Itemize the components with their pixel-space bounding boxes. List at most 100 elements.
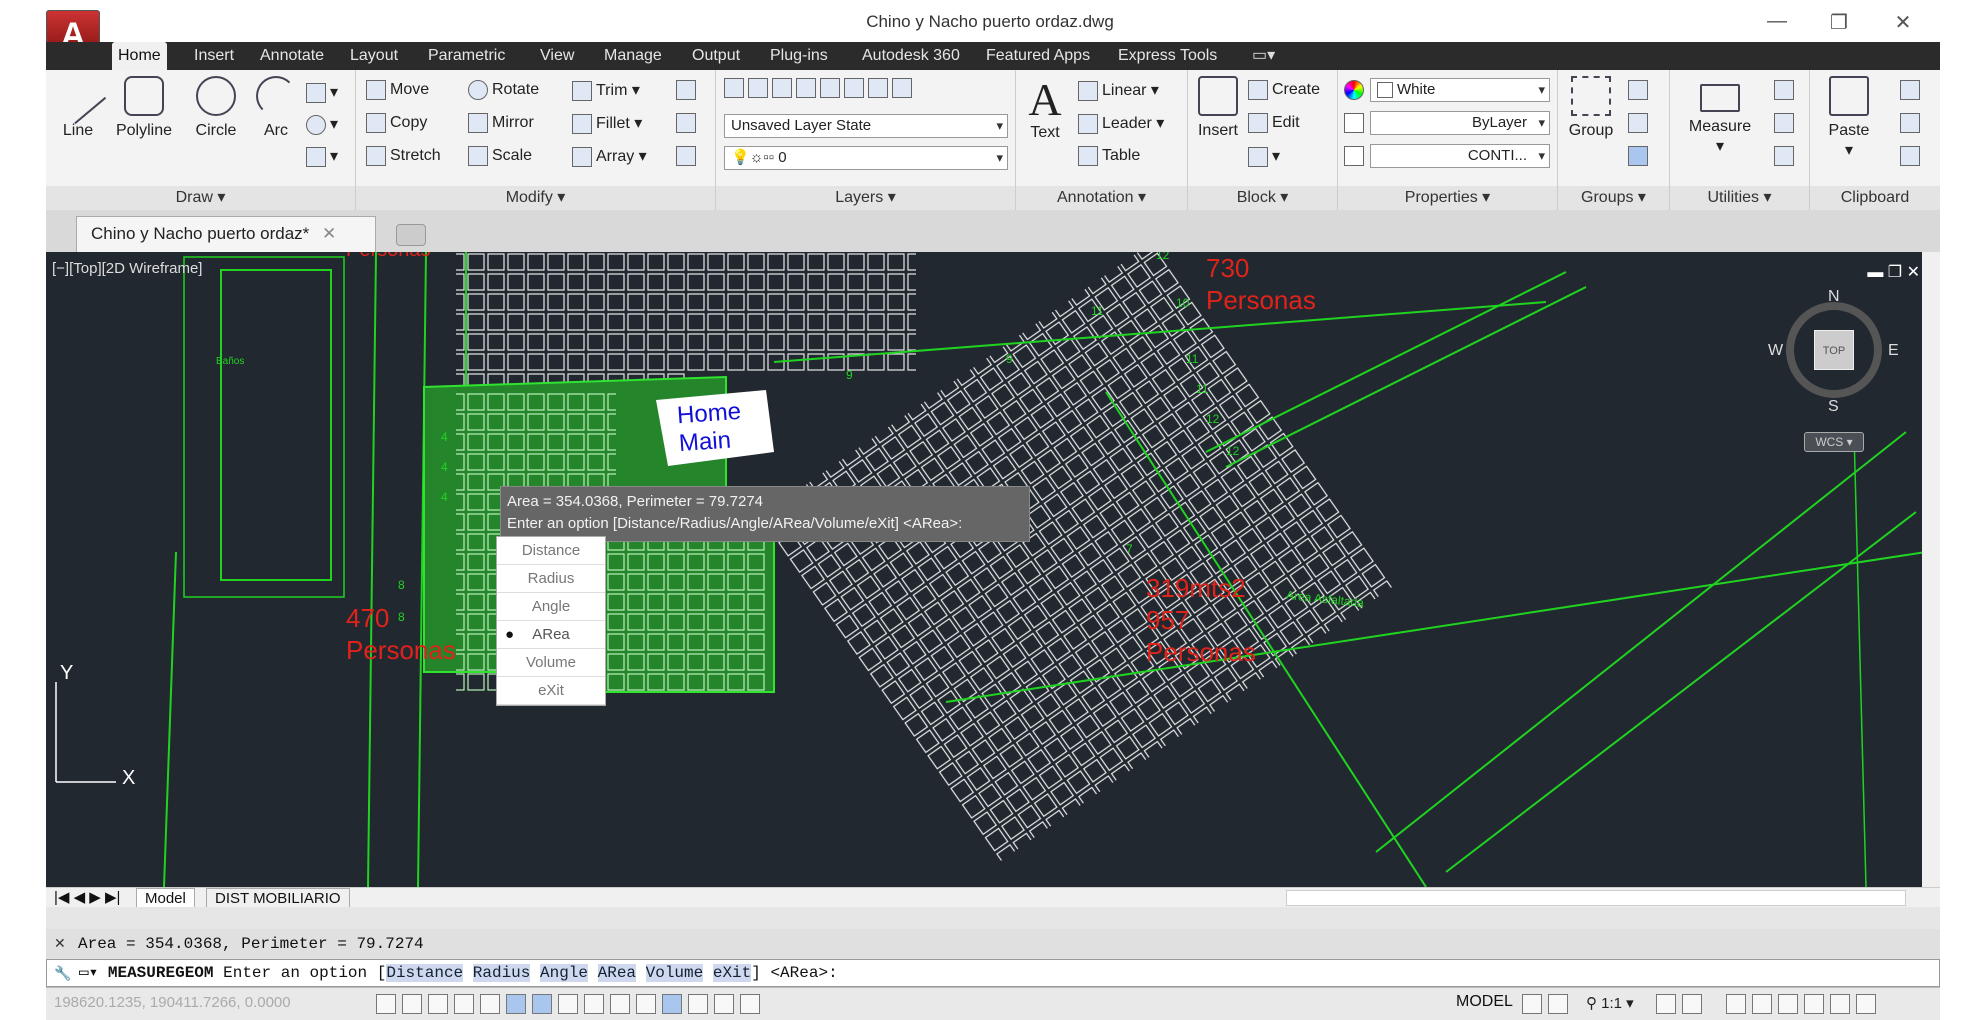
quick-select-icon[interactable] <box>1774 80 1798 100</box>
restore-button[interactable]: ❐ <box>1822 10 1856 36</box>
trim-button[interactable]: Trim ▾ <box>572 80 640 101</box>
compass-east[interactable]: E <box>1888 342 1899 360</box>
compass-south[interactable]: S <box>1828 398 1839 416</box>
workspace-switching-icon[interactable] <box>1726 994 1746 1014</box>
menu-item-radius[interactable]: Radius <box>497 565 605 593</box>
cut-icon[interactable] <box>1900 80 1924 100</box>
layer-properties-icons[interactable] <box>724 78 916 98</box>
scale-button[interactable]: Scale <box>468 146 532 166</box>
close-command-icon[interactable]: ✕ <box>54 935 66 952</box>
edit-block-button[interactable]: Edit <box>1248 113 1300 133</box>
erase-icon[interactable] <box>676 80 700 100</box>
tab-manage[interactable]: Manage <box>598 42 668 70</box>
lineweight-display-icon[interactable] <box>636 994 656 1014</box>
compass-west[interactable]: W <box>1768 342 1783 360</box>
tab-layout[interactable]: Layout <box>344 42 404 70</box>
tab-parametric[interactable]: Parametric <box>422 42 511 70</box>
menu-item-exit[interactable]: eXit <box>497 677 605 705</box>
compass-north[interactable]: N <box>1828 288 1840 306</box>
tab-plugins[interactable]: Plug-ins <box>764 42 834 70</box>
tab-home[interactable]: Home <box>112 42 167 70</box>
viewport-window-controls[interactable]: ▬ ❐ ✕ <box>1867 262 1920 282</box>
cmd-option-distance[interactable]: Distance <box>386 964 464 982</box>
color-select[interactable]: White <box>1370 78 1550 102</box>
customize-wrench-icon[interactable]: 🔧 <box>54 965 71 982</box>
tab-annotate[interactable]: Annotate <box>254 42 330 70</box>
lineweight-select[interactable]: CONTI... <box>1370 144 1550 168</box>
arc-button[interactable]: Arc <box>250 76 302 140</box>
tab-insert[interactable]: Insert <box>188 42 240 70</box>
measure-button[interactable]: Measure ▾ <box>1680 76 1760 156</box>
close-tab-icon[interactable]: ✕ <box>322 224 336 243</box>
menu-item-area[interactable]: ● ARea <box>497 621 605 649</box>
infer-constraints-icon[interactable] <box>376 994 396 1014</box>
grid-display-icon[interactable] <box>428 994 448 1014</box>
match-properties-icon[interactable] <box>1900 146 1924 166</box>
transparency-icon[interactable] <box>662 994 682 1014</box>
snap-mode-icon[interactable] <box>402 994 422 1014</box>
status-menu-icon[interactable] <box>1830 994 1850 1014</box>
cmd-option-radius[interactable]: Radius <box>472 964 531 982</box>
isolate-objects-icon[interactable] <box>1804 994 1824 1014</box>
object-snap-tracking-icon[interactable] <box>558 994 578 1014</box>
create-block-button[interactable]: Create <box>1248 80 1320 100</box>
rectangle-icon[interactable]: ▾ <box>306 82 338 103</box>
linetype-select[interactable]: ByLayer <box>1370 111 1550 135</box>
cmd-option-volume[interactable]: Volume <box>645 964 704 982</box>
group-edit-icon[interactable] <box>1628 113 1652 133</box>
command-input[interactable]: ▭▾ MEASUREGEOM Enter an option [Distance… <box>46 959 1940 987</box>
fillet-button[interactable]: Fillet ▾ <box>572 113 642 134</box>
layers-panel-title[interactable]: Layers ▾ <box>716 186 1015 210</box>
rotate-button[interactable]: Rotate <box>468 80 539 100</box>
menu-item-volume[interactable]: Volume <box>497 649 605 677</box>
calculator-icon[interactable] <box>1774 146 1798 166</box>
tab-options-icon[interactable]: ▭▾ <box>1246 42 1281 70</box>
cmd-option-exit[interactable]: eXit <box>712 964 752 982</box>
new-tab-button[interactable] <box>396 224 426 246</box>
circle-button[interactable]: Circle <box>184 76 248 140</box>
quick-properties-icon[interactable] <box>688 994 708 1014</box>
array-button[interactable]: Array ▾ <box>572 146 647 167</box>
close-button[interactable]: ✕ <box>1886 10 1920 36</box>
cmd-option-area[interactable]: ARea <box>597 964 637 982</box>
text-button[interactable]: A Text <box>1022 76 1068 142</box>
tab-autodesk-360[interactable]: Autodesk 360 <box>856 42 966 70</box>
annotation-monitor-icon[interactable] <box>740 994 760 1014</box>
offset-icon[interactable] <box>676 146 700 166</box>
leader-button[interactable]: Leader ▾ <box>1078 113 1164 134</box>
menu-item-distance[interactable]: Distance <box>497 537 605 565</box>
polar-tracking-icon[interactable] <box>480 994 500 1014</box>
linear-dimension-button[interactable]: Linear ▾ <box>1078 80 1159 101</box>
layer-select[interactable]: 💡☼▫▫ 0 <box>724 146 1008 170</box>
menu-item-angle[interactable]: Angle <box>497 593 605 621</box>
tab-view[interactable]: View <box>534 42 580 70</box>
explode-icon[interactable] <box>676 113 700 133</box>
selection-cycling-icon[interactable] <box>714 994 734 1014</box>
model-space-button[interactable]: MODEL <box>1456 993 1513 1011</box>
tab-express-tools[interactable]: Express Tools <box>1112 42 1223 70</box>
dynamic-ucs-icon[interactable] <box>584 994 604 1014</box>
horizontal-scrollbar[interactable] <box>1286 890 1906 906</box>
annotation-visibility-icon[interactable] <box>1656 994 1676 1014</box>
drawing-canvas[interactable]: [−][Top][2D Wireframe] ▬ ❐ ✕ Baños Perso… <box>46 252 1940 887</box>
tab-output[interactable]: Output <box>686 42 746 70</box>
tab-featured-apps[interactable]: Featured Apps <box>980 42 1096 70</box>
modify-panel-title[interactable]: Modify ▾ <box>356 186 715 210</box>
hardware-acceleration-icon[interactable] <box>1778 994 1798 1014</box>
group-button[interactable]: Group <box>1562 76 1620 140</box>
vertical-scrollbar[interactable] <box>1922 252 1940 887</box>
quick-view-layouts-icon[interactable] <box>1522 994 1542 1014</box>
group-select-icon[interactable] <box>1628 146 1652 166</box>
annotation-panel-title[interactable]: Annotation ▾ <box>1016 186 1187 210</box>
viewcube-top-face[interactable]: TOP <box>1814 330 1854 370</box>
line-button[interactable]: Line <box>49 67 107 140</box>
stretch-button[interactable]: Stretch <box>366 146 441 166</box>
cmd-option-angle[interactable]: Angle <box>539 964 588 982</box>
layout-nav-buttons[interactable]: |◀ ◀ ▶ ▶| <box>46 888 128 908</box>
ortho-mode-icon[interactable] <box>454 994 474 1014</box>
quick-view-drawings-icon[interactable] <box>1548 994 1568 1014</box>
select-all-icon[interactable] <box>1774 113 1798 133</box>
dynamic-input-icon[interactable] <box>610 994 630 1014</box>
groups-panel-title[interactable]: Groups ▾ <box>1558 186 1669 210</box>
properties-panel-title[interactable]: Properties ▾ <box>1338 186 1557 210</box>
